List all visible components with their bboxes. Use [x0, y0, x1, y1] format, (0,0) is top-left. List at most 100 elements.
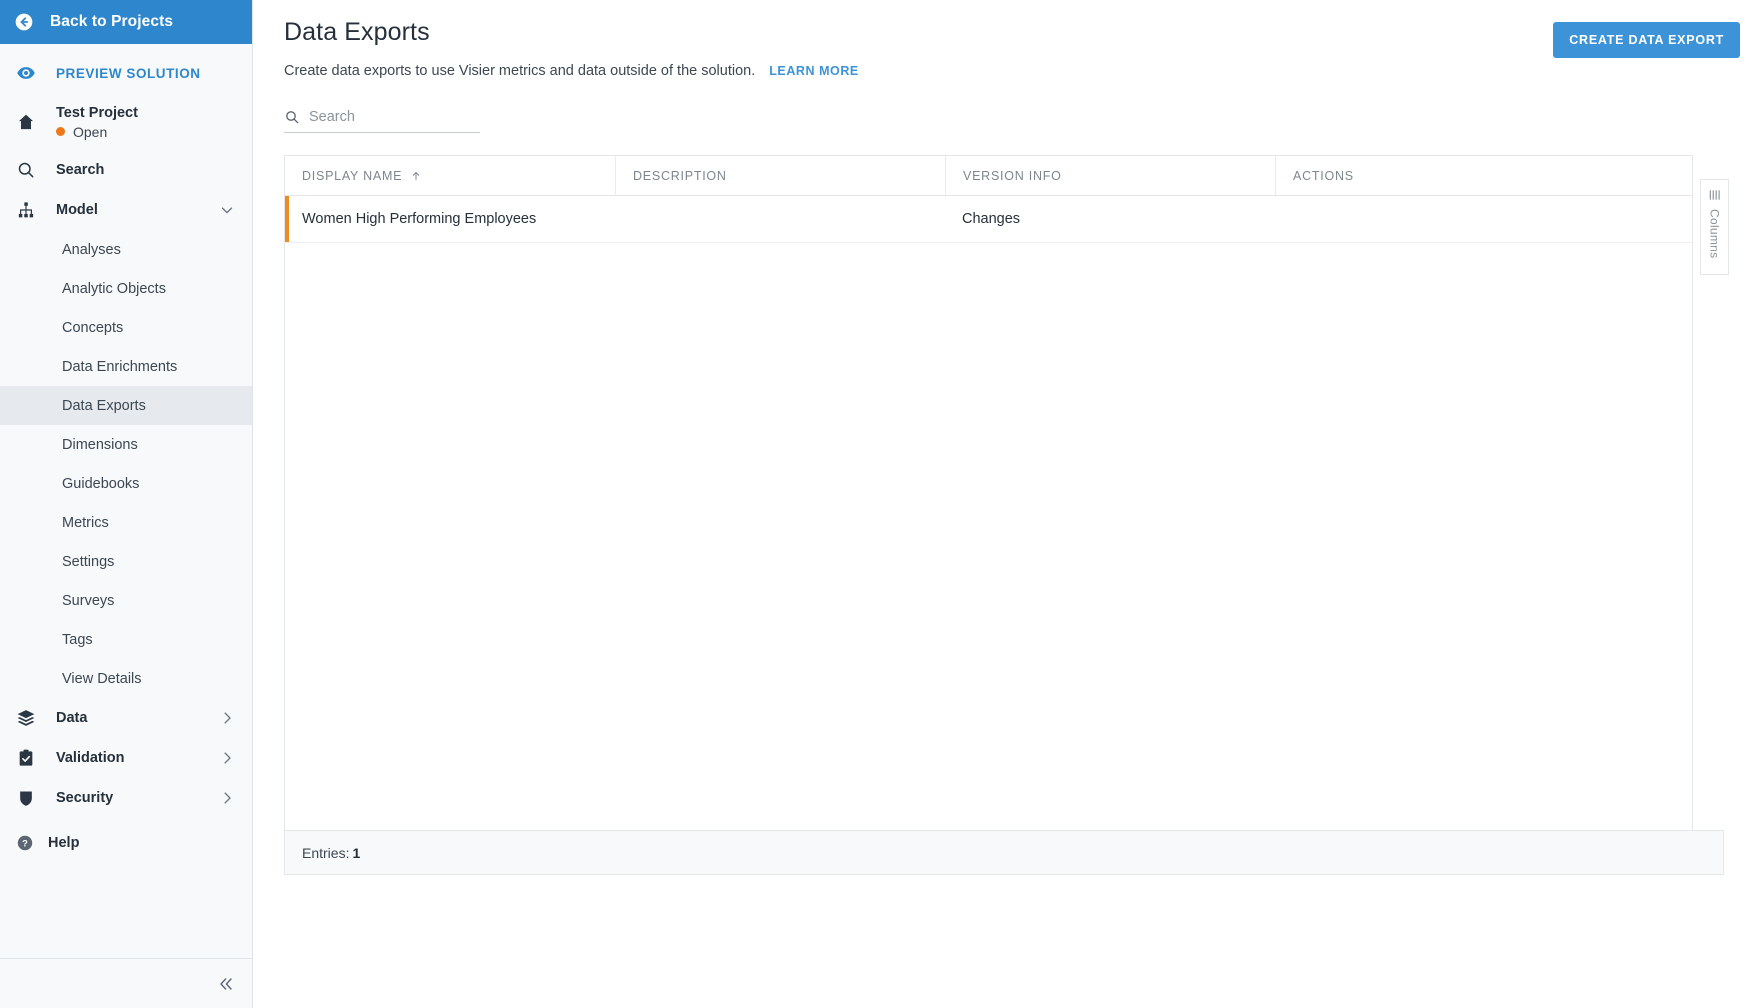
sidebar: Back to Projects PREVIEW SOLUTION Test P… — [0, 0, 253, 1008]
sidebar-model-label: Model — [56, 202, 98, 218]
sidebar-model-submenu: Analyses Analytic Objects Concepts Data … — [0, 230, 252, 698]
page-header: Data Exports Create data exports to use … — [284, 0, 1740, 79]
chevron-right-icon — [218, 709, 236, 727]
sidebar-item-surveys[interactable]: Surveys — [0, 581, 252, 620]
sidebar-item-label: Surveys — [62, 592, 115, 609]
cell-description — [615, 196, 945, 242]
svg-text:?: ? — [22, 838, 28, 848]
create-data-export-button[interactable]: CREATE DATA EXPORT — [1553, 22, 1740, 58]
columns-panel-label: Columns — [1707, 209, 1722, 259]
column-header-display-name[interactable]: DISPLAY NAME — [285, 156, 615, 195]
sidebar-collapse-button[interactable] — [0, 958, 252, 1008]
sidebar-item-project[interactable]: Test Project Open — [0, 94, 252, 150]
data-exports-table-wrap: DISPLAY NAME DESCRIPTION VERSION INFO AC… — [284, 155, 1729, 875]
preview-solution-label: PREVIEW SOLUTION — [56, 65, 201, 81]
back-to-projects-label: Back to Projects — [50, 13, 174, 30]
sidebar-validation-label: Validation — [56, 750, 125, 766]
sidebar-item-label: Concepts — [62, 319, 124, 336]
column-header-actions[interactable]: ACTIONS — [1275, 156, 1692, 195]
search-icon — [284, 109, 300, 125]
column-header-label: DISPLAY NAME — [302, 168, 403, 183]
column-header-label: VERSION INFO — [963, 168, 1062, 183]
back-arrow-circle-icon — [14, 12, 34, 32]
project-status-label: Open — [73, 123, 108, 140]
model-hierarchy-icon — [16, 200, 36, 220]
sidebar-security-label: Security — [56, 790, 114, 806]
sidebar-item-preview-solution[interactable]: PREVIEW SOLUTION — [0, 52, 252, 94]
sidebar-item-label: Metrics — [62, 514, 109, 531]
sidebar-item-label: View Details — [62, 670, 142, 687]
home-icon — [16, 112, 36, 132]
columns-grid-icon — [1708, 188, 1722, 202]
sidebar-nav: PREVIEW SOLUTION Test Project Open Searc… — [0, 44, 252, 958]
column-header-version-info[interactable]: VERSION INFO — [945, 156, 1275, 195]
app-root: Back to Projects PREVIEW SOLUTION Test P… — [0, 0, 1750, 1008]
sidebar-item-search[interactable]: Search — [0, 150, 252, 190]
row-status-accent — [285, 196, 289, 242]
table-header-row: DISPLAY NAME DESCRIPTION VERSION INFO AC… — [285, 156, 1692, 196]
cell-actions — [1275, 196, 1692, 242]
sidebar-item-settings[interactable]: Settings — [0, 542, 252, 581]
page-header-text: Data Exports Create data exports to use … — [284, 18, 859, 79]
sidebar-item-help[interactable]: ? Help — [0, 822, 252, 864]
search-field[interactable] — [284, 109, 480, 133]
sidebar-item-metrics[interactable]: Metrics — [0, 503, 252, 542]
sidebar-item-analytic-objects[interactable]: Analytic Objects — [0, 269, 252, 308]
data-exports-table: DISPLAY NAME DESCRIPTION VERSION INFO AC… — [284, 155, 1693, 830]
sidebar-item-model[interactable]: Model — [0, 190, 252, 230]
cell-display-name: Women High Performing Employees — [302, 211, 537, 227]
double-chevron-left-icon — [216, 974, 236, 994]
columns-panel-toggle[interactable]: Columns — [1700, 179, 1729, 275]
search-icon — [16, 160, 36, 180]
back-to-projects-button[interactable]: Back to Projects — [0, 0, 252, 44]
sidebar-search-label: Search — [56, 162, 105, 178]
sidebar-item-label: Dimensions — [62, 436, 138, 453]
sidebar-item-concepts[interactable]: Concepts — [0, 308, 252, 347]
sidebar-item-guidebooks[interactable]: Guidebooks — [0, 464, 252, 503]
cell-version-info: Changes — [962, 211, 1021, 227]
help-circle-icon: ? — [16, 834, 34, 852]
eye-icon — [16, 63, 36, 83]
sidebar-item-label: Analytic Objects — [62, 280, 166, 297]
table-row[interactable]: Women High Performing Employees Changes — [285, 196, 1692, 243]
page-subtitle-row: Create data exports to use Visier metric… — [284, 63, 859, 79]
sidebar-item-label: Data Exports — [62, 397, 146, 414]
learn-more-link[interactable]: LEARN MORE — [769, 64, 859, 78]
sidebar-help-label: Help — [48, 835, 80, 851]
project-text: Test Project Open — [56, 105, 138, 140]
sidebar-item-view-details[interactable]: View Details — [0, 659, 252, 698]
sidebar-item-security[interactable]: Security — [0, 778, 252, 818]
sidebar-item-label: Settings — [62, 553, 115, 570]
project-status: Open — [56, 124, 138, 140]
chevron-right-icon — [218, 749, 236, 767]
sidebar-item-tags[interactable]: Tags — [0, 620, 252, 659]
column-header-label: DESCRIPTION — [633, 168, 727, 183]
clipboard-check-icon — [16, 748, 36, 768]
shield-icon — [16, 788, 36, 808]
entries-label: Entries: — [302, 844, 350, 861]
search-input[interactable] — [309, 109, 480, 125]
sidebar-item-data-enrichments[interactable]: Data Enrichments — [0, 347, 252, 386]
sidebar-item-label: Data Enrichments — [62, 358, 178, 375]
sidebar-item-dimensions[interactable]: Dimensions — [0, 425, 252, 464]
column-header-label: ACTIONS — [1293, 168, 1354, 183]
project-name: Test Project — [56, 104, 138, 121]
table-footer: Entries: 1 — [284, 830, 1724, 875]
sidebar-item-analyses[interactable]: Analyses — [0, 230, 252, 269]
sort-ascending-icon — [410, 170, 422, 182]
sidebar-item-validation[interactable]: Validation — [0, 738, 252, 778]
chevron-right-icon — [218, 789, 236, 807]
page-title: Data Exports — [284, 18, 430, 46]
sidebar-item-label: Guidebooks — [62, 475, 140, 492]
status-dot-icon — [56, 127, 65, 136]
chevron-down-icon — [218, 201, 236, 219]
layers-icon — [16, 708, 36, 728]
sidebar-item-label: Analyses — [62, 241, 121, 258]
page-subtitle: Create data exports to use Visier metric… — [284, 63, 756, 79]
sidebar-item-data[interactable]: Data — [0, 698, 252, 738]
main-content: Data Exports Create data exports to use … — [253, 0, 1750, 1008]
sidebar-item-data-exports[interactable]: Data Exports — [0, 386, 252, 425]
entries-count: 1 — [352, 844, 361, 861]
sidebar-data-label: Data — [56, 710, 88, 726]
column-header-description[interactable]: DESCRIPTION — [615, 156, 945, 195]
